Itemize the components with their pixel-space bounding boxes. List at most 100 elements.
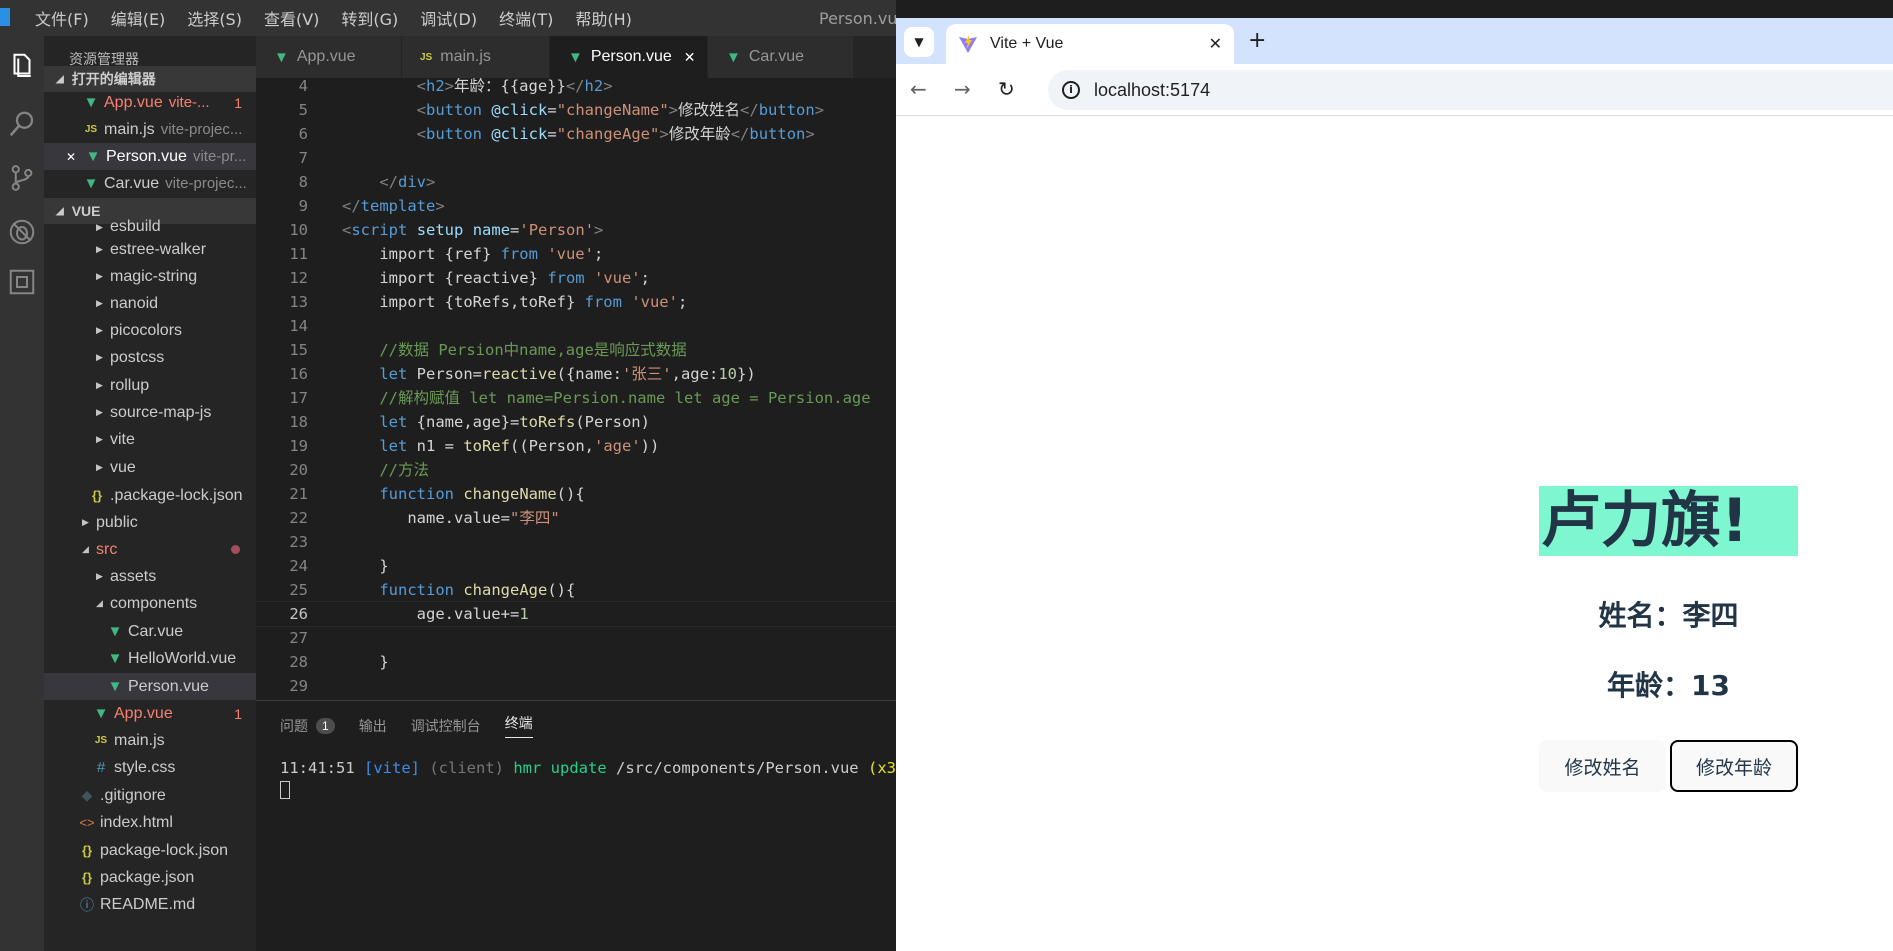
code-line: 14 xyxy=(289,317,308,335)
menu-terminal[interactable]: 终端(T) xyxy=(499,6,553,30)
tree-file-helloworld-vue[interactable]: ▼ HelloWorld.vue xyxy=(44,645,256,672)
code-line: 27 xyxy=(289,629,308,647)
problems-count-badge: 1 xyxy=(316,717,335,734)
tree-file-style-css[interactable]: # style.css xyxy=(44,754,256,781)
explorer-icon[interactable] xyxy=(4,48,40,84)
tree-file-main-js[interactable]: JS main.js xyxy=(44,727,256,754)
close-icon[interactable]: ✕ xyxy=(62,150,80,164)
tree-folder-public[interactable]: ▶ public xyxy=(44,509,256,536)
reload-icon[interactable]: ↻ xyxy=(998,77,1015,101)
forward-arrow-icon[interactable]: → xyxy=(954,77,971,101)
new-tab-button[interactable]: + xyxy=(1248,28,1266,53)
tab-search-button[interactable]: ▼ xyxy=(904,27,934,57)
source-control-icon[interactable] xyxy=(4,160,40,196)
code-line: 20 //方法 xyxy=(289,461,429,479)
tree-file-readme[interactable]: ⓘ README.md xyxy=(44,891,256,918)
explorer-sidebar: 资源管理器 ◢ 打开的编辑器 ▼ App.vue vite-... 1 JS m… xyxy=(44,36,256,951)
terminal-output[interactable]: 11:41:51 [vite] (client) hmr update /src… xyxy=(280,759,896,777)
tree-file-package-lock-hidden[interactable]: {} .package-lock.json xyxy=(44,482,256,509)
tree-file-app-vue[interactable]: ▼ App.vue 1 xyxy=(44,700,256,727)
tree-folder-assets[interactable]: ▶ assets xyxy=(44,563,256,590)
name-display: 姓名：李四 xyxy=(1598,599,1739,632)
tab-car-vue[interactable]: ▼ Car.vue xyxy=(708,36,854,78)
tree-folder-postcss[interactable]: ▶ postcss xyxy=(44,344,256,371)
js-file-icon: JS xyxy=(84,124,98,135)
url-text: localhost:5174 xyxy=(1094,79,1211,100)
open-editor-main-js[interactable]: JS main.js vite-projec... xyxy=(44,116,256,143)
code-line: 23 xyxy=(289,533,308,551)
code-line: 8 </div> xyxy=(298,173,436,191)
browser-tab-title: Vite + Vue xyxy=(990,35,1064,52)
open-editor-person-vue[interactable]: ✕ ▼ Person.vue vite-pr... xyxy=(44,143,256,170)
menu-view[interactable]: 查看(V) xyxy=(264,6,319,30)
vue-file-icon: ▼ xyxy=(83,94,99,111)
tree-folder-magic-string[interactable]: ▶ magic-string xyxy=(44,263,256,290)
tree-folder-picocolors[interactable]: ▶ picocolors xyxy=(44,317,256,344)
tree-folder-rollup[interactable]: ▶ rollup xyxy=(44,372,256,399)
vscode-window: 文件(F) 编辑(E) 选择(S) 查看(V) 转到(G) 调试(D) 终端(T… xyxy=(0,0,896,951)
tree-folder-nanoid[interactable]: ▶ nanoid xyxy=(44,290,256,317)
editor-tabs: ▼ App.vue JS main.js ▼ Person.vue ✕ ▼ Car.vue xyxy=(256,36,896,78)
back-arrow-icon[interactable]: ← xyxy=(910,77,927,101)
vite-favicon-icon xyxy=(959,35,977,53)
tree-file-package-lock-json[interactable]: {} package-lock.json xyxy=(44,837,256,864)
tree-file-car-vue[interactable]: ▼ Car.vue xyxy=(44,618,256,645)
tab-app-vue[interactable]: ▼ App.vue xyxy=(256,36,402,78)
open-editor-app-vue[interactable]: ▼ App.vue vite-... 1 xyxy=(44,89,256,116)
browser-tab[interactable]: Vite + Vue ✕ xyxy=(946,24,1234,64)
tree-folder-components[interactable]: ◢ components xyxy=(44,590,256,617)
tab-debug-console[interactable]: 调试控制台 xyxy=(411,713,481,738)
code-line: 24 } xyxy=(289,557,389,575)
tree-folder-source-map-js[interactable]: ▶ source-map-js xyxy=(44,399,256,426)
tree-folder-vue[interactable]: ▶ vue xyxy=(44,454,256,481)
extensions-icon[interactable] xyxy=(4,264,40,300)
tab-problems[interactable]: 问题 1 xyxy=(280,713,335,738)
search-icon[interactable] xyxy=(4,106,40,142)
menu-bar: 文件(F) 编辑(E) 选择(S) 查看(V) 转到(G) 调试(D) 终端(T… xyxy=(35,0,654,36)
tree-file-index-html[interactable]: <> index.html xyxy=(44,809,256,836)
menu-selection[interactable]: 选择(S) xyxy=(187,6,242,30)
vue-file-icon: ▼ xyxy=(83,175,99,192)
tree-folder-esbuild[interactable]: ▶ esbuild xyxy=(44,219,256,235)
code-line: 10 <script setup name='Person'> xyxy=(289,221,604,239)
code-line-current: 26 age.value+=1 xyxy=(256,601,896,627)
code-line: 13 import {toRefs,toRef} from 'vue'; xyxy=(289,293,688,311)
code-line: 28 } xyxy=(289,653,389,671)
open-editor-car-vue[interactable]: ▼ Car.vue vite-projec... xyxy=(44,170,256,197)
browser-toolbar: ← → ↻ i localhost:5174 xyxy=(896,64,1893,116)
menu-file[interactable]: 文件(F) xyxy=(35,6,89,30)
tab-terminal[interactable]: 终端 xyxy=(504,713,533,738)
tree-file-person-vue[interactable]: ▼ Person.vue xyxy=(44,673,256,700)
close-icon[interactable]: ✕ xyxy=(684,49,696,66)
tree-folder-estree-walker[interactable]: ▶ estree-walker xyxy=(44,236,256,263)
vue-file-icon: ▼ xyxy=(107,678,123,695)
change-age-button[interactable]: 修改年龄 xyxy=(1670,740,1798,792)
tab-main-js[interactable]: JS main.js xyxy=(402,36,550,78)
tree-folder-vite[interactable]: ▶ vite xyxy=(44,426,256,453)
error-count-badge: 1 xyxy=(234,94,242,111)
code-editor[interactable]: 4 <h2>年龄：{{age}}</h2> 5 <button @click="… xyxy=(256,78,896,700)
tab-output[interactable]: 输出 xyxy=(359,713,387,738)
menu-help[interactable]: 帮助(H) xyxy=(575,6,632,30)
tree-folder-src[interactable]: ◢ src xyxy=(44,536,256,563)
vue-file-icon: ▼ xyxy=(85,148,101,165)
debug-icon[interactable] xyxy=(4,214,40,250)
tab-person-vue[interactable]: ▼ Person.vue ✕ xyxy=(550,36,708,78)
menu-go[interactable]: 转到(G) xyxy=(341,6,398,30)
code-line: 19 let n1 = toRef((Person,'age')) xyxy=(289,437,660,455)
code-line: 11 import {ref} from 'vue'; xyxy=(289,245,604,263)
age-display: 年龄：13 xyxy=(1607,669,1730,702)
menu-debug[interactable]: 调试(D) xyxy=(420,6,477,30)
close-icon[interactable]: ✕ xyxy=(1209,34,1222,54)
change-name-button[interactable]: 修改姓名 xyxy=(1539,740,1666,792)
css-file-icon: # xyxy=(96,759,106,776)
site-info-icon[interactable]: i xyxy=(1062,81,1080,99)
code-line: 17 //解构赋值 let name=Persion.name let age … xyxy=(289,389,871,407)
chevron-down-icon: ◢ xyxy=(56,73,64,85)
tree-file-gitignore[interactable]: ◆ .gitignore xyxy=(44,782,256,809)
tree-file-package-json[interactable]: {} package.json xyxy=(44,864,256,891)
menu-edit[interactable]: 编辑(E) xyxy=(111,6,166,30)
code-line: 4 <h2>年龄：{{age}}</h2> xyxy=(298,78,613,95)
address-bar[interactable]: i localhost:5174 xyxy=(1048,70,1893,110)
panel-tabs: 问题 1 输出 调试控制台 终端 xyxy=(280,713,557,738)
